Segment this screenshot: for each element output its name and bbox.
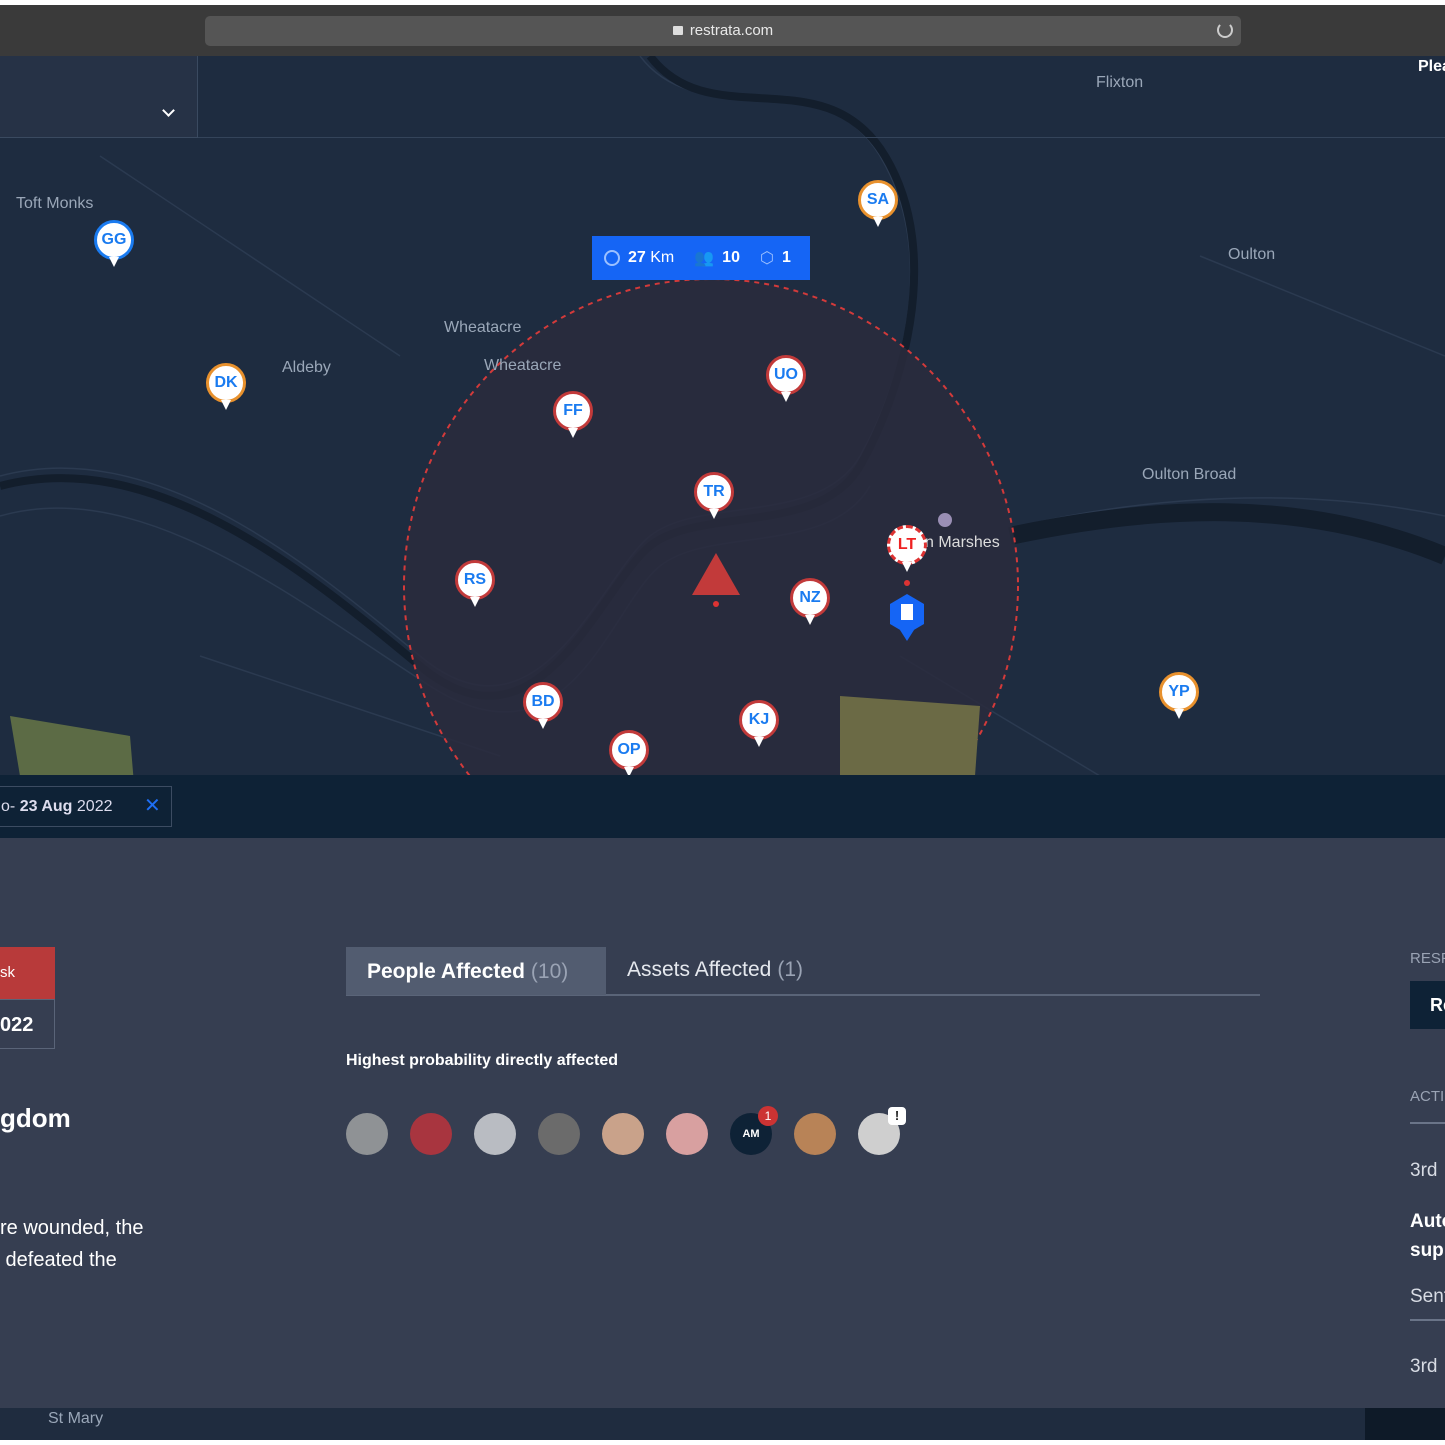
people-icon: 👥 [694,250,715,267]
response-button[interactable]: Re [1410,981,1445,1029]
tab-label: People Affected [367,960,525,983]
chevron-down-icon[interactable] [162,104,175,117]
place-label: St Mary [48,1410,104,1427]
map-lines [0,56,1445,776]
person-pin[interactable]: SA [858,180,898,227]
tab-count: (1) [777,958,804,981]
person-pin[interactable]: GG [94,220,134,267]
place-label: Oulton [1228,246,1276,263]
avatar[interactable] [666,1113,708,1155]
action-date: 3rd [1410,1160,1438,1181]
map[interactable]: Flixton Plea Toft Monks Oulton Wheatacre… [0,56,1445,776]
response-label: RESP [1410,950,1445,967]
place-label: Toft Monks [16,195,94,212]
avatar[interactable] [602,1113,644,1155]
incident-country: gdom [0,1103,71,1133]
divider [1410,1122,1445,1124]
avatar[interactable]: ! [858,1107,906,1155]
actions-label: ACTI [1410,1088,1445,1105]
radius-unit: Km [650,249,675,266]
close-icon[interactable]: ✕ [144,787,161,826]
lock-icon [672,26,683,35]
asset-icon: ⬡ [759,250,774,267]
browser-chrome: restrata.com [0,0,1445,56]
date-filter-chip[interactable]: o- 23 Aug 2022 ✕ [0,786,172,827]
risk-badge: sk [0,947,55,999]
filter-bar [0,775,1445,838]
place-label: Oulton Broad [1142,466,1237,483]
warning-icon: ! [888,1107,906,1125]
map-strip: St Mary [0,1408,1445,1440]
action-date: 3rd [1410,1356,1438,1377]
date-day: 23 Aug [19,798,73,815]
avatar-initials: AM [742,1128,760,1140]
place-label: n Marshes [925,534,1000,551]
avatar-list: AM 1! [346,1106,906,1155]
incident-date: 022 [0,999,55,1049]
tab-people-affected[interactable]: People Affected (10) [346,947,606,995]
reload-icon[interactable] [1217,22,1233,38]
person-pin[interactable]: RS [455,560,495,607]
avatar[interactable] [410,1113,452,1155]
avatar[interactable] [474,1113,516,1155]
person-pin[interactable]: YP [1159,672,1199,719]
place-label: Aldeby [282,359,331,376]
tabs: People Affected (10) Assets Affected (1) [346,947,1260,996]
notification-badge: 1 [758,1106,778,1126]
place-label: Flixton [1096,74,1144,91]
avatar[interactable] [538,1113,580,1155]
person-pin[interactable]: BD [523,682,563,729]
action-status: Sent [1410,1286,1445,1307]
divider [1410,1319,1445,1321]
person-pin[interactable]: UO [766,355,806,402]
window-edge [0,1440,1445,1445]
tab-label: Assets Affected [627,958,772,981]
avatar[interactable]: AM 1 [730,1106,778,1155]
tab-count: (10) [530,960,569,983]
asset-count: 1 [781,249,791,266]
divider [198,137,1445,138]
place-label: Wheatacre [444,319,522,336]
map-edge [1365,1408,1445,1440]
date-prefix: o- [1,798,16,815]
radius-icon [604,250,620,266]
avatar[interactable] [794,1113,836,1155]
radius-value: 27 [628,249,646,266]
avatar[interactable] [346,1113,388,1155]
url-text: restrata.com [689,22,774,39]
person-pin[interactable]: TR [694,472,734,519]
park-area [840,696,980,776]
place-label: Plea [1418,58,1445,75]
action-title[interactable]: Auto sup [1410,1207,1445,1265]
person-pin[interactable]: FF [553,391,593,438]
place-label: Wheatacre [484,357,562,374]
date-year: 2022 [76,798,113,815]
person-pin[interactable]: KJ [739,700,779,747]
person-pin[interactable]: OP [609,730,649,776]
people-count: 10 [722,249,740,266]
address-bar[interactable]: restrata.com [205,16,1241,46]
section-heading: Highest probability directly affected [346,1052,619,1069]
zone-stats-bar: 27 Km 👥 10 ⬡ 1 [592,236,810,280]
person-pin[interactable]: LT [887,525,927,572]
person-pin[interactable]: NZ [790,578,830,625]
tab-assets-affected[interactable]: Assets Affected (1) [606,947,824,995]
incident-description: re wounded, the defeated the [0,1217,144,1271]
person-pin[interactable]: DK [206,363,246,410]
layer-dropdown[interactable] [0,56,198,138]
impact-zone [403,278,1019,776]
